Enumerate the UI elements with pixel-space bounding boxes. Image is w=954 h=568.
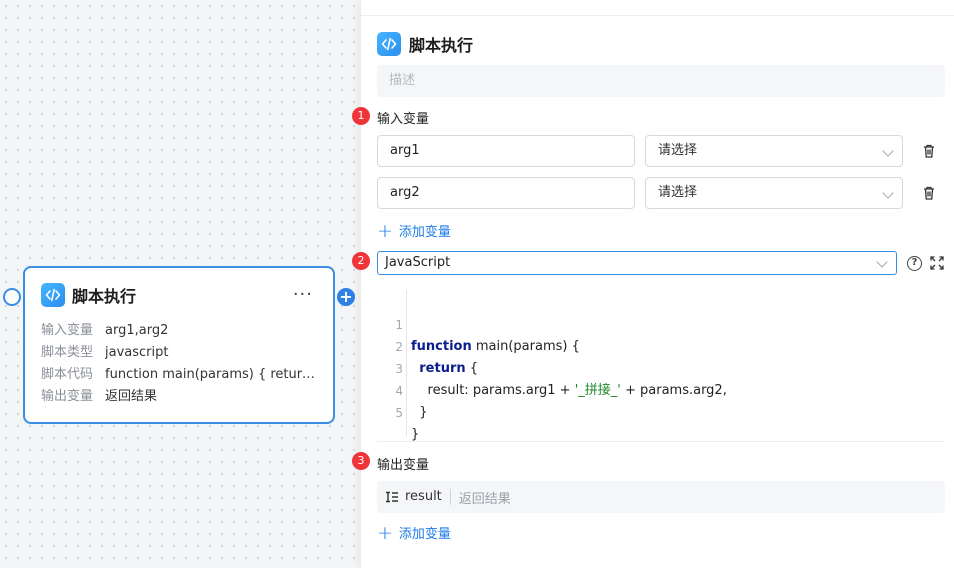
chevron-down-icon	[876, 256, 888, 268]
code-line: 2 return {	[377, 314, 478, 376]
line-number: 5	[395, 406, 403, 420]
script-language-select[interactable]: JavaScript	[377, 251, 897, 275]
select-value: 请选择	[658, 143, 698, 158]
output-var-row[interactable]: result 返回结果	[377, 481, 945, 513]
input-var-source-select[interactable]: 请选择	[645, 135, 903, 167]
output-var-desc: 返回结果	[458, 491, 511, 507]
node-prop-key: 脚本代码	[41, 367, 94, 382]
code-token: }	[411, 427, 420, 442]
output-var-name: result	[405, 489, 451, 505]
code-line: 3 result: params.arg1 + '_拼接_' + params.…	[377, 336, 726, 398]
input-var-name-field[interactable]: arg2	[377, 177, 635, 209]
plus-icon: +	[377, 521, 393, 544]
node-prop-value: function main(params) { return {...	[105, 367, 315, 382]
divider	[361, 15, 954, 16]
script-node-card[interactable]: 脚本执行 ··· 输入变量 arg1,arg2 脚本类型 javascript …	[23, 266, 335, 424]
code-line: 5 }	[377, 380, 419, 442]
delete-icon[interactable]	[921, 185, 937, 201]
code-line: 1 function main(params) {	[377, 292, 580, 354]
node-prop-value: arg1,arg2	[105, 323, 169, 338]
node-input-port[interactable]	[3, 288, 21, 306]
node-prop-row: 脚本代码 function main(params) { return {...	[41, 364, 317, 386]
inputs-label: 输入变量	[377, 112, 430, 127]
code-token: result: params.arg1 +	[411, 383, 575, 398]
input-var-source-select[interactable]: 请选择	[645, 177, 903, 209]
step-badge: 2	[352, 252, 370, 270]
select-value: 请选择	[658, 185, 698, 200]
code-icon	[41, 283, 65, 307]
node-config-panel: 脚本执行 描述 1 输入变量 arg1 请选择 arg2 请选择 + 添加变量 …	[352, 0, 954, 568]
panel-title: 脚本执行	[409, 36, 474, 55]
help-icon[interactable]: ?	[907, 256, 922, 271]
add-output-var-label: 添加变量	[398, 527, 451, 542]
divider	[377, 441, 945, 442]
code-icon	[377, 32, 401, 56]
node-prop-row: 输出变量 返回结果	[41, 386, 317, 408]
plus-icon: +	[377, 219, 393, 242]
code-token: + params.arg2,	[620, 383, 727, 398]
code-line: 4 }	[377, 358, 427, 420]
node-prop-key: 输出变量	[41, 389, 94, 404]
add-node-button[interactable]: +	[337, 288, 355, 306]
node-prop-key: 输入变量	[41, 323, 94, 338]
add-input-var-label: 添加变量	[398, 225, 451, 240]
code-token: '_拼接_'	[574, 383, 621, 398]
delete-icon[interactable]	[921, 143, 937, 159]
node-prop-row: 输入变量 arg1,arg2	[41, 320, 317, 342]
code-editor[interactable]: 1 function main(params) { 2 return { 3 r…	[377, 290, 945, 442]
step-badge: 3	[352, 452, 370, 470]
chevron-down-icon	[882, 145, 894, 157]
more-options-icon[interactable]: ···	[293, 286, 313, 304]
select-value: JavaScript	[385, 255, 451, 270]
panel-header: 脚本执行	[377, 32, 473, 56]
fullscreen-icon[interactable]	[930, 256, 944, 270]
node-title: 脚本执行	[72, 287, 137, 306]
code-token: main(params) {	[471, 339, 580, 354]
add-input-var-button[interactable]: + 添加变量	[377, 221, 451, 240]
code-token: }	[411, 405, 428, 420]
list-icon	[386, 491, 398, 503]
description-input[interactable]: 描述	[377, 65, 945, 97]
code-token: return	[419, 361, 466, 376]
step-badge: 1	[352, 107, 370, 125]
node-prop-value: javascript	[105, 345, 169, 360]
code-token: function	[411, 339, 472, 354]
chevron-down-icon	[882, 187, 894, 199]
node-prop-row: 脚本类型 javascript	[41, 342, 317, 364]
outputs-label: 输出变量	[377, 458, 430, 473]
add-output-var-button[interactable]: + 添加变量	[377, 523, 451, 542]
code-token: {	[465, 361, 479, 376]
node-prop-value: 返回结果	[105, 389, 158, 404]
input-var-name-field[interactable]: arg1	[377, 135, 635, 167]
node-prop-key: 脚本类型	[41, 345, 94, 360]
